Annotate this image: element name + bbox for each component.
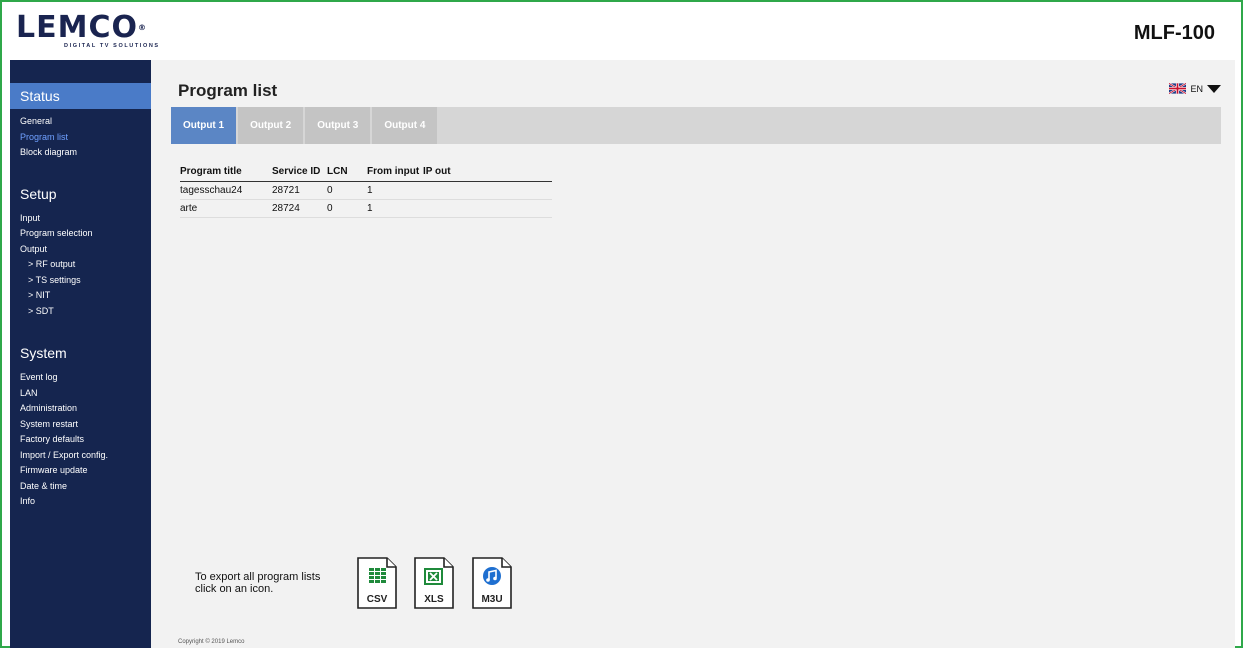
table-row: arte 28724 0 1 xyxy=(180,199,552,218)
top-header: LEMCO® DIGITAL TV SOLUTIONS MLF-100 xyxy=(10,10,1235,58)
sidebar-item-date-time[interactable]: Date & time xyxy=(20,479,151,495)
csv-file-icon[interactable]: CSV xyxy=(357,557,397,609)
sidebar-item-rf-output[interactable]: > RF output xyxy=(20,257,151,273)
output-tabs: Output 1 Output 2 Output 3 Output 4 xyxy=(171,107,1221,144)
copyright: Copyright © 2019 Lemco xyxy=(178,639,245,645)
export-text-line1: To export all program lists xyxy=(195,571,321,583)
cell-from-input: 1 xyxy=(367,199,423,218)
cell-program-title: arte xyxy=(180,199,272,218)
sidebar-item-import-export-config[interactable]: Import / Export config. xyxy=(20,448,151,464)
sidebar-system-items: Event log LAN Administration System rest… xyxy=(10,370,151,510)
tab-output-4[interactable]: Output 4 xyxy=(372,107,438,144)
sidebar-item-program-list[interactable]: Program list xyxy=(20,130,151,146)
tab-output-2[interactable]: Output 2 xyxy=(238,107,304,144)
sidebar-item-lan[interactable]: LAN xyxy=(20,386,151,402)
xls-label: XLS xyxy=(424,594,444,605)
sidebar-item-firmware-update[interactable]: Firmware update xyxy=(20,463,151,479)
sidebar-item-system-restart[interactable]: System restart xyxy=(20,417,151,433)
page-title: Program list xyxy=(178,81,278,100)
window-frame: LEMCO® DIGITAL TV SOLUTIONS MLF-100 Stat… xyxy=(0,0,1243,648)
csv-label: CSV xyxy=(367,594,388,605)
sidebar-item-ts-settings[interactable]: > TS settings xyxy=(20,273,151,289)
device-model: MLF-100 xyxy=(1133,22,1215,44)
sidebar-setup-items: Input Program selection Output > RF outp… xyxy=(10,211,151,320)
sidebar-section-system[interactable]: System xyxy=(10,345,151,365)
tab-output-3[interactable]: Output 3 xyxy=(305,107,371,144)
sidebar-item-program-selection[interactable]: Program selection xyxy=(20,226,151,242)
language-selector[interactable]: EN xyxy=(1169,83,1221,94)
chevron-down-icon xyxy=(1207,84,1221,93)
col-ip-out: IP out xyxy=(423,163,552,182)
cell-ip-out xyxy=(423,199,552,218)
uk-flag-icon xyxy=(1169,83,1187,94)
col-lcn: LCN xyxy=(327,163,367,182)
sidebar-item-general[interactable]: General xyxy=(20,114,151,130)
lemco-logo: LEMCO® DIGITAL TV SOLUTIONS xyxy=(16,13,186,54)
col-from-input: From input xyxy=(367,163,423,182)
cell-from-input: 1 xyxy=(367,181,423,200)
cell-service-id: 28724 xyxy=(272,199,327,218)
sidebar-item-sdt[interactable]: > SDT xyxy=(20,304,151,320)
cell-ip-out xyxy=(423,181,552,200)
sidebar-item-factory-defaults[interactable]: Factory defaults xyxy=(20,432,151,448)
sidebar-item-administration[interactable]: Administration xyxy=(20,401,151,417)
cell-service-id: 28721 xyxy=(272,181,327,200)
cell-program-title: tagesschau24 xyxy=(180,181,272,200)
cell-lcn: 0 xyxy=(327,199,367,218)
cell-lcn: 0 xyxy=(327,181,367,200)
sidebar-item-info[interactable]: Info xyxy=(20,494,151,510)
tab-output-1[interactable]: Output 1 xyxy=(171,107,237,144)
sidebar-item-block-diagram[interactable]: Block diagram xyxy=(20,145,151,161)
m3u-file-icon[interactable]: M3U xyxy=(472,557,512,609)
language-label: EN xyxy=(1190,83,1203,94)
program-table: Program title Service ID LCN From input … xyxy=(180,163,552,218)
logo-brand: LEMCO xyxy=(16,10,138,45)
col-service-id: Service ID xyxy=(272,163,327,182)
sidebar: Status General Program list Block diagra… xyxy=(10,60,151,648)
xls-file-icon[interactable]: XLS xyxy=(414,557,454,609)
sidebar-item-nit[interactable]: > NIT xyxy=(20,288,151,304)
sidebar-section-status[interactable]: Status xyxy=(10,83,151,109)
table-row: tagesschau24 28721 0 1 xyxy=(180,181,552,200)
export-text-line2: click on an icon. xyxy=(195,583,274,595)
col-program-title: Program title xyxy=(180,163,272,182)
sidebar-section-setup[interactable]: Setup xyxy=(10,186,151,206)
m3u-label: M3U xyxy=(481,594,502,605)
main-content: Program list EN Output 1 Output 2 Output… xyxy=(151,60,1235,648)
export-instructions: To export all program lists click on an … xyxy=(195,571,320,595)
logo-tagline: DIGITAL TV SOLUTIONS xyxy=(64,43,160,49)
sidebar-item-output[interactable]: Output xyxy=(20,242,151,258)
sidebar-item-input[interactable]: Input xyxy=(20,211,151,227)
table-header-row: Program title Service ID LCN From input … xyxy=(180,163,552,182)
sidebar-status-items: General Program list Block diagram xyxy=(10,114,151,161)
sidebar-item-event-log[interactable]: Event log xyxy=(20,370,151,386)
